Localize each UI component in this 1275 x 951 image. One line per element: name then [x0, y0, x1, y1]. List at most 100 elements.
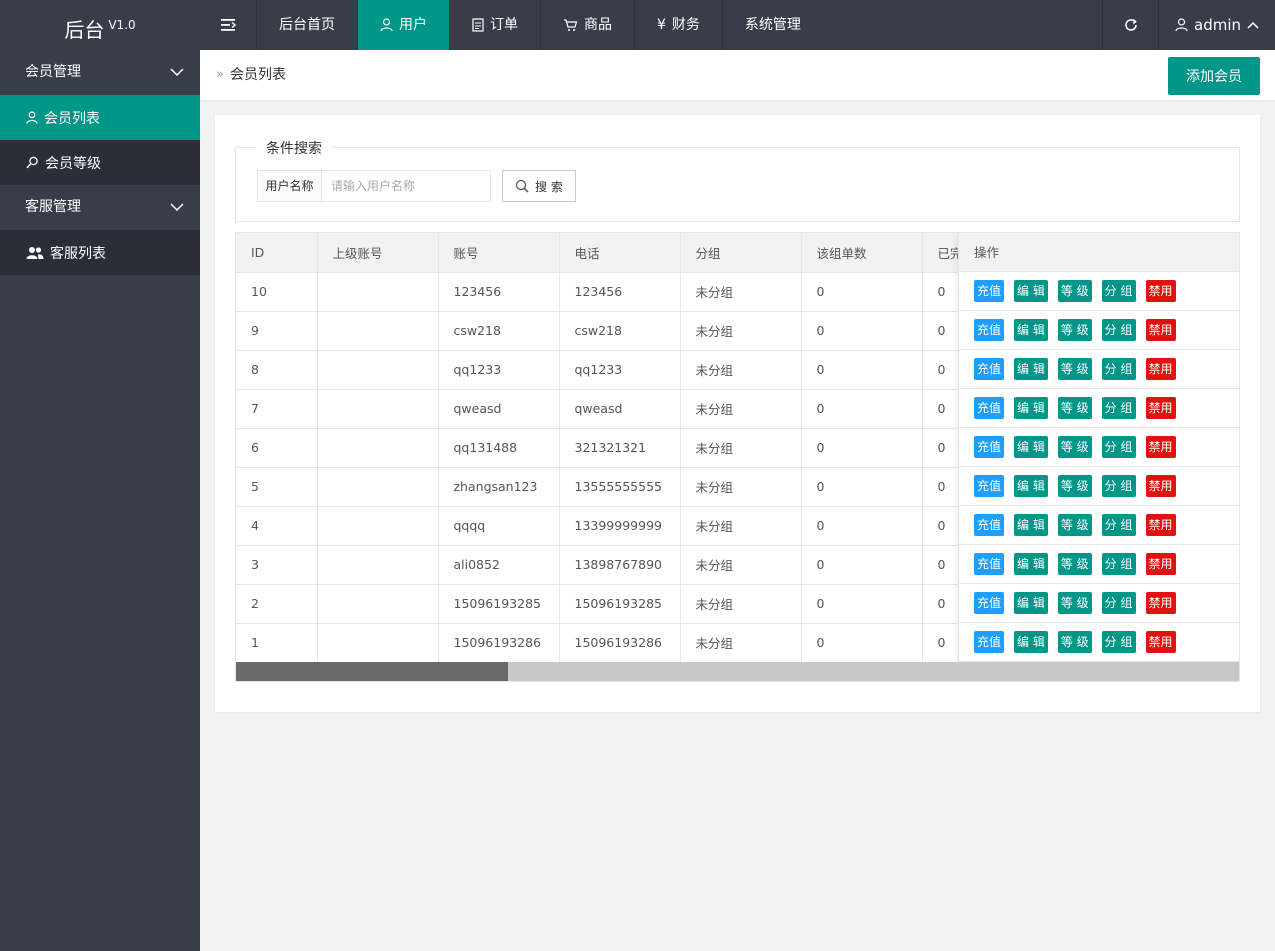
group-button[interactable]: 分 组 [1101, 631, 1136, 653]
sidebar-item-service-list[interactable]: 客服列表 [0, 230, 200, 275]
cell-phone: 321321321 [559, 428, 681, 468]
recharge-button[interactable]: 充值 [974, 397, 1005, 419]
edit-button[interactable]: 编 辑 [1014, 553, 1048, 575]
recharge-button[interactable]: 充值 [974, 592, 1005, 614]
cell-group-orders: 0 [801, 311, 923, 351]
level-button[interactable]: 等 级 [1057, 397, 1092, 419]
level-button[interactable]: 等 级 [1057, 553, 1092, 575]
cell-parent-account [317, 389, 439, 429]
recharge-button[interactable]: 充值 [974, 631, 1005, 653]
horizontal-scrollbar[interactable] [236, 662, 1239, 681]
group-button[interactable]: 分 组 [1101, 358, 1136, 380]
cell-id: 6 [236, 428, 318, 468]
disable-button[interactable]: 禁用 [1145, 475, 1176, 497]
sidebar-group-members[interactable]: 会员管理 [0, 50, 200, 95]
level-button[interactable]: 等 级 [1057, 475, 1092, 497]
cell-id: 10 [236, 272, 318, 312]
refresh-button[interactable] [1102, 0, 1158, 50]
cell-group-orders: 0 [801, 467, 923, 507]
group-button[interactable]: 分 组 [1101, 280, 1136, 302]
level-button[interactable]: 等 级 [1057, 631, 1092, 653]
disable-button[interactable]: 禁用 [1145, 592, 1176, 614]
disable-button[interactable]: 禁用 [1145, 319, 1176, 341]
sidebar-item-member-level[interactable]: 会员等级 [0, 140, 200, 185]
search-icon [515, 179, 529, 193]
recharge-button[interactable]: 充值 [974, 319, 1005, 341]
edit-button[interactable]: 编 辑 [1014, 358, 1048, 380]
sidebar-toggle-button[interactable] [200, 0, 256, 50]
recharge-button[interactable]: 充值 [974, 436, 1005, 458]
edit-button[interactable]: 编 辑 [1014, 592, 1048, 614]
edit-button[interactable]: 编 辑 [1014, 319, 1048, 341]
cell-parent-account [317, 350, 439, 390]
group-button[interactable]: 分 组 [1101, 319, 1136, 341]
sidebar-group-service[interactable]: 客服管理 [0, 185, 200, 230]
disable-button[interactable]: 禁用 [1145, 397, 1176, 419]
column-header-group-orders: 该组单数 [801, 233, 923, 273]
disable-button[interactable]: 禁用 [1145, 553, 1176, 575]
brand-title: 后台 [64, 18, 105, 42]
level-button[interactable]: 等 级 [1057, 280, 1092, 302]
level-button[interactable]: 等 级 [1057, 319, 1092, 341]
group-button[interactable]: 分 组 [1101, 397, 1136, 419]
recharge-button[interactable]: 充值 [974, 475, 1005, 497]
level-button[interactable]: 等 级 [1057, 592, 1092, 614]
cell-group: 未分组 [680, 467, 802, 507]
cell-phone: csw218 [559, 311, 681, 351]
disable-button[interactable]: 禁用 [1145, 631, 1176, 653]
cell-id: 5 [236, 467, 318, 507]
chevron-down-icon [170, 203, 184, 212]
edit-button[interactable]: 编 辑 [1014, 436, 1048, 458]
disable-button[interactable]: 禁用 [1145, 514, 1176, 536]
cell-id: 7 [236, 389, 318, 429]
cell-phone: qweasd [559, 389, 681, 429]
cell-account: qqqq [438, 506, 560, 546]
chevron-down-icon [170, 68, 184, 77]
actions-cell: 充值编 辑等 级分 组禁用 [959, 506, 1239, 545]
disable-button[interactable]: 禁用 [1145, 358, 1176, 380]
recharge-button[interactable]: 充值 [974, 358, 1005, 380]
add-member-button[interactable]: 添加会员 [1168, 57, 1260, 95]
level-button[interactable]: 等 级 [1057, 358, 1092, 380]
recharge-button[interactable]: 充值 [974, 280, 1005, 302]
sidebar-item-member-list[interactable]: 会员列表 [0, 95, 200, 140]
chevron-up-icon [1247, 21, 1259, 29]
level-button[interactable]: 等 级 [1057, 514, 1092, 536]
nav-users[interactable]: 用户 [357, 0, 449, 50]
group-button[interactable]: 分 组 [1101, 436, 1136, 458]
group-button[interactable]: 分 组 [1101, 553, 1136, 575]
scrollbar-thumb[interactable] [236, 662, 508, 681]
nav-home[interactable]: 后台首页 [256, 0, 357, 50]
group-button[interactable]: 分 组 [1101, 514, 1136, 536]
disable-button[interactable]: 禁用 [1145, 436, 1176, 458]
cell-account: qweasd [438, 389, 560, 429]
username-search-input[interactable] [321, 170, 491, 202]
edit-button[interactable]: 编 辑 [1014, 475, 1048, 497]
edit-button[interactable]: 编 辑 [1014, 280, 1048, 302]
recharge-button[interactable]: 充值 [974, 514, 1005, 536]
edit-button[interactable]: 编 辑 [1014, 514, 1048, 536]
actions-cell: 充值编 辑等 级分 组禁用 [959, 389, 1239, 428]
actions-cell: 充值编 辑等 级分 组禁用 [959, 584, 1239, 623]
actions-cell: 充值编 辑等 级分 组禁用 [959, 350, 1239, 389]
cell-id: 4 [236, 506, 318, 546]
recharge-button[interactable]: 充值 [974, 553, 1005, 575]
nav-finance[interactable]: ¥ 财务 [634, 0, 722, 50]
edit-button[interactable]: 编 辑 [1014, 631, 1048, 653]
search-button[interactable]: 搜 索 [502, 170, 576, 202]
group-button[interactable]: 分 组 [1101, 475, 1136, 497]
nav-home-label: 后台首页 [279, 17, 335, 33]
nav-system[interactable]: 系统管理 [721, 0, 823, 50]
top-right: admin [1102, 0, 1275, 50]
user-menu[interactable]: admin [1158, 0, 1275, 50]
search-field-label: 用户名称 [257, 170, 322, 202]
user-name: admin [1194, 16, 1241, 34]
column-header-actions: 操作 [959, 233, 1239, 272]
edit-button[interactable]: 编 辑 [1014, 397, 1048, 419]
nav-orders[interactable]: 订单 [449, 0, 540, 50]
disable-button[interactable]: 禁用 [1145, 280, 1176, 302]
group-button[interactable]: 分 组 [1101, 592, 1136, 614]
level-button[interactable]: 等 级 [1057, 436, 1092, 458]
user-icon [1175, 18, 1188, 32]
nav-products[interactable]: 商品 [540, 0, 634, 50]
